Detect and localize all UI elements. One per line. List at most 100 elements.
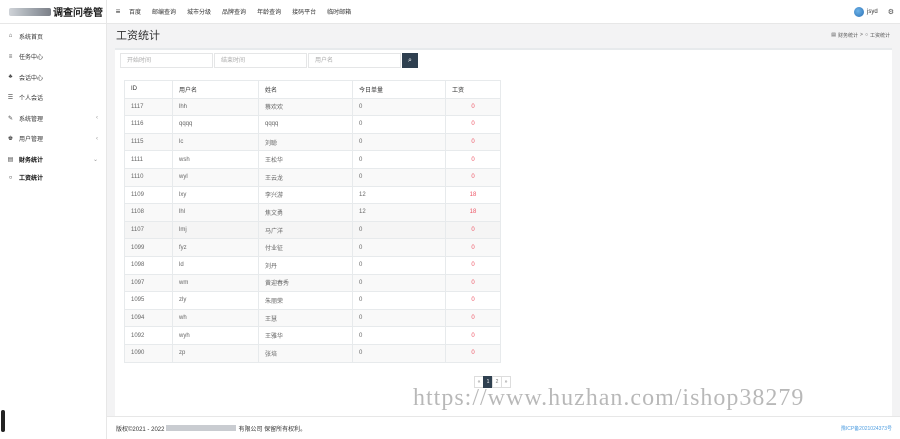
footer: 版权©2021 - 2022 有限公司 保留所有权利。 豫ICP备2021024… (107, 416, 900, 439)
sidebar-item-tasks[interactable]: ≡ 任务中心 (0, 47, 106, 68)
wrench-icon: ✎ (7, 115, 14, 122)
cell-orders: 12 (352, 203, 446, 222)
nav-link-sms[interactable]: 接码平台 (292, 7, 316, 16)
table-row[interactable]: 1095 zly 朱丽荣 0 0 (124, 291, 501, 310)
cell-orders: 0 (352, 291, 446, 310)
cell-salary: 0 (445, 150, 501, 169)
table-row[interactable]: 1111 wsh 王松华 0 0 (124, 150, 501, 169)
menu-toggle-icon[interactable]: ≡ (107, 7, 129, 16)
sidebar-item-label: 财务统计 (19, 157, 44, 164)
cell-id: 1117 (124, 97, 173, 117)
top-nav-links: 百度 邮编查询 城市分级 品牌查询 年龄查询 接码平台 临时邮箱 (129, 7, 362, 16)
start-time-input[interactable] (120, 53, 213, 68)
cell-id: 1090 (124, 343, 173, 363)
icp-link[interactable]: 豫ICP备2021024373号 (841, 425, 892, 432)
cell-id: 1108 (124, 203, 173, 222)
cell-username: lhl (172, 203, 259, 222)
cell-username: wyh (172, 326, 259, 345)
breadcrumb-parent[interactable]: 财务统计 (838, 32, 858, 39)
username[interactable]: jsyd (867, 9, 878, 15)
cell-salary: 0 (445, 238, 501, 257)
page-title: 工资统计 (116, 30, 160, 42)
sidebar-item-users[interactable]: ♚ 用户管理 ‹ (0, 129, 106, 150)
username-input[interactable] (308, 53, 401, 68)
sidebar-item-home[interactable]: ⌂ 系统首页 (0, 26, 106, 47)
nav-link-brand[interactable]: 品牌查询 (222, 7, 246, 16)
cell-salary: 0 (445, 97, 501, 117)
table-row[interactable]: 1116 qqqq qqqq 0 0 (124, 115, 501, 134)
sidebar-item-sessions[interactable]: ♣ 会话中心 (0, 67, 106, 88)
table-row[interactable]: 1099 fyz 付业征 0 0 (124, 238, 501, 257)
cell-salary: 0 (445, 220, 501, 240)
avatar[interactable] (854, 6, 865, 17)
sidebar-item-label: 系统首页 (19, 34, 44, 41)
cell-name: 刘聪 (258, 132, 353, 152)
cell-orders: 0 (352, 238, 446, 257)
cell-name: 刘丹 (258, 255, 353, 275)
cell-id: 1107 (124, 220, 173, 240)
table-row[interactable]: 1092 wyh 王雅华 0 0 (124, 326, 501, 345)
table-row[interactable]: 1117 lhh 蔡欢欢 0 0 (124, 97, 501, 117)
cell-id: 1099 (124, 238, 173, 257)
finance-icon: ▤ (7, 156, 14, 163)
table-row[interactable]: 1098 ld 刘丹 0 0 (124, 255, 501, 275)
end-time-input[interactable] (214, 53, 307, 68)
cell-username: lxy (172, 185, 259, 205)
circle-icon: ○ (864, 32, 868, 38)
cell-name: 焦文勇 (258, 203, 353, 222)
table-row[interactable]: 1115 lc 刘聪 0 0 (124, 132, 501, 152)
table-row[interactable]: 1097 wm 黄迎春秀 0 0 (124, 273, 501, 293)
sidebar-item-finance[interactable]: ▤ 财务统计 ⌄ (0, 149, 106, 170)
nav-link-age[interactable]: 年龄查询 (257, 7, 281, 16)
search-button[interactable]: ⌕ (402, 53, 418, 68)
cell-id: 1098 (124, 255, 173, 275)
nav-link-city-level[interactable]: 城市分级 (187, 7, 211, 16)
breadcrumb-separator: > (860, 32, 863, 38)
table-row[interactable]: 1109 lxy 李兴游 12 18 (124, 185, 501, 205)
user-area: jsyd ⚙ (854, 6, 900, 17)
nav-link-temp-mail[interactable]: 临时邮箱 (327, 7, 351, 16)
sidebar-item-system[interactable]: ✎ 系统管理 ‹ (0, 108, 106, 129)
chevron-left-icon: ‹ (96, 135, 98, 142)
redacted-company (166, 425, 237, 431)
sidebar-item-personal[interactable]: ☰ 个人会话 (0, 88, 106, 109)
nav-link-postcode[interactable]: 邮编查询 (152, 7, 176, 16)
table-row[interactable]: 1107 lmj 马广洋 0 0 (124, 220, 501, 240)
cell-orders: 0 (352, 132, 446, 152)
cell-orders: 0 (352, 97, 446, 117)
cell-id: 1115 (124, 132, 173, 152)
cell-id: 1094 (124, 308, 173, 328)
watermark: https://www.huzhan.com/ishop38279 (413, 385, 805, 411)
table-row[interactable]: 1090 zp 张培 0 0 (124, 343, 501, 363)
sidebar-item-label: 用户管理 (19, 137, 44, 144)
table-row[interactable]: 1110 wyl 王云龙 0 0 (124, 167, 501, 187)
nav-link-baidu[interactable]: 百度 (129, 7, 141, 16)
app-logo[interactable]: 调查问卷管 (0, 0, 106, 24)
cell-name: 张培 (258, 343, 353, 363)
cell-id: 1092 (124, 326, 173, 345)
sidebar-item-label: 系统管理 (19, 116, 44, 123)
cell-orders: 0 (352, 273, 446, 293)
cell-username: lhh (172, 97, 259, 117)
cell-name: 蔡欢欢 (258, 97, 353, 117)
cell-id: 1111 (124, 150, 173, 169)
cell-id: 1097 (124, 273, 173, 293)
chevron-down-icon: ⌄ (92, 156, 98, 163)
table-row[interactable]: 1108 lhl 焦文勇 12 18 (124, 203, 501, 222)
table-row[interactable]: 1094 wh 王慧 0 0 (124, 308, 501, 328)
breadcrumb-current: 工资统计 (869, 32, 890, 39)
cell-username: zp (172, 343, 259, 363)
sidebar-subitem-salary[interactable]: ○ 工资统计 (0, 170, 106, 186)
top-navbar: ≡ 百度 邮编查询 城市分级 品牌查询 年龄查询 接码平台 临时邮箱 jsyd … (107, 0, 900, 24)
table-panel: ID 用户名 姓名 今日单量 工资 1117 lhh 蔡欢欢 0 0 1116 qqqq q… (115, 80, 892, 386)
cell-orders: 0 (352, 220, 446, 240)
cell-username: qqqq (172, 115, 259, 134)
cell-orders: 0 (352, 115, 446, 134)
sidebar-scrollbar[interactable] (1, 410, 5, 432)
cell-salary: 0 (445, 132, 501, 152)
table-header-row: ID 用户名 姓名 今日单量 工资 (124, 80, 501, 99)
column-header-name: 姓名 (258, 80, 353, 99)
cell-name: 付业征 (258, 238, 353, 257)
circle-icon: ○ (8, 174, 13, 181)
settings-icon[interactable]: ⚙ (888, 8, 894, 16)
